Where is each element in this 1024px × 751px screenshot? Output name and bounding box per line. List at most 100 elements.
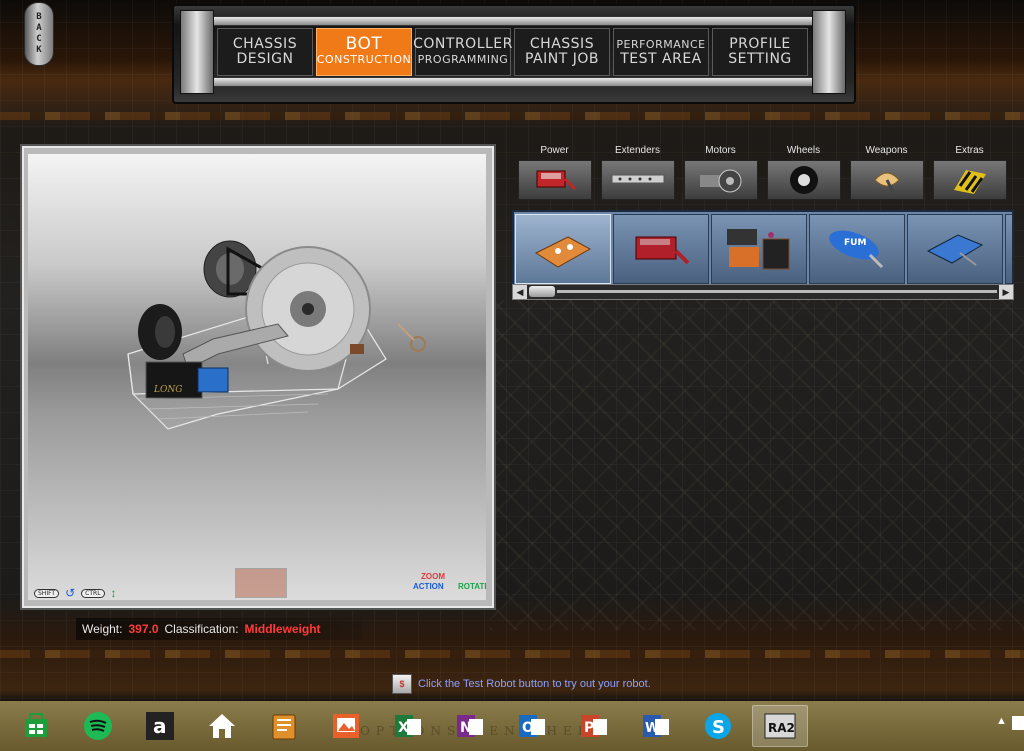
outlook-app-button[interactable]: O	[504, 705, 560, 747]
tab-chassis-design[interactable]: CHASSIS DESIGN	[217, 28, 313, 76]
scroll-right-button[interactable]: ▶	[999, 285, 1013, 299]
spotify-app-button[interactable]	[70, 705, 126, 747]
category-extenders[interactable]: Extenders	[597, 144, 678, 200]
hint-icon: $	[392, 674, 412, 694]
part-red-battery[interactable]	[613, 214, 709, 284]
nav-rail	[206, 77, 820, 87]
taskbar-items: a X N O P W S RA2	[8, 705, 808, 747]
nav-tabs: CHASSIS DESIGN BOT CONSTRUCTION CONTROLL…	[217, 28, 808, 76]
extras-icon	[932, 160, 1007, 200]
home-icon	[209, 714, 235, 738]
tab-label-line1: CHASSIS	[232, 36, 298, 52]
ra2-label: RA2	[768, 721, 795, 735]
part-battery-pack[interactable]	[711, 214, 807, 284]
tab-label-line1: CHASSIS	[529, 36, 595, 52]
view-thumbnail	[235, 568, 287, 598]
decor-stripe	[0, 650, 1024, 658]
tab-performance-test-area[interactable]: PERFORMANCE TEST AREA	[613, 28, 709, 76]
files-app-button[interactable]	[256, 705, 312, 747]
battery-pack-icon	[727, 229, 790, 270]
robot-3d-viewport[interactable]: LONG SHIFT ↺ CTRL ↕ ZOOM ACTION ROTATE	[28, 154, 486, 600]
powerpoint-icon: P	[581, 715, 607, 737]
tab-controller-programming[interactable]: CONTROLLER PROGRAMMING	[413, 28, 512, 76]
motor-icon	[683, 160, 758, 200]
part-orange-battery[interactable]	[515, 214, 611, 284]
files-icon	[272, 714, 296, 740]
up-arrow-icon: ↕	[110, 586, 117, 600]
onenote-letter: N	[460, 720, 472, 736]
classification-value: Middleweight	[244, 622, 321, 636]
powerpoint-letter: P	[584, 720, 594, 736]
part-blue-cylinder-battery[interactable]: FUM	[809, 214, 905, 284]
tab-label-line2: PROGRAMMING	[417, 53, 509, 66]
category-label: Wheels	[786, 145, 821, 156]
skype-app-button[interactable]: S	[690, 705, 746, 747]
orange-battery-icon	[534, 236, 592, 268]
classification-label: Classification:	[164, 622, 239, 636]
category-label: Extenders	[614, 145, 661, 156]
parts-scrollbar[interactable]: ◀ ▶	[512, 284, 1014, 300]
photos-app-button[interactable]	[318, 705, 374, 747]
decor-stripe	[0, 112, 1024, 120]
amazon-letter: a	[153, 714, 167, 738]
weight-value: 397.0	[128, 622, 159, 636]
ra2-app-button[interactable]: RA2	[752, 705, 808, 747]
category-wheels[interactable]: Wheels	[763, 144, 844, 200]
amazon-app-button[interactable]: a	[132, 705, 188, 747]
category-label: Power	[540, 145, 569, 156]
onenote-icon: N	[457, 715, 483, 737]
skype-icon: S	[705, 713, 731, 739]
onenote-app-button[interactable]: N	[442, 705, 498, 747]
tab-bot-construction[interactable]: BOT CONSTRUCTION	[316, 28, 412, 76]
spotify-icon	[84, 712, 112, 740]
part-categories: Power Extenders Motors Wheels Weapons Ex…	[514, 144, 1010, 200]
scroll-left-button[interactable]: ◀	[513, 285, 527, 299]
word-icon: W	[643, 715, 669, 737]
ra2-icon: RA2	[764, 713, 796, 739]
photos-icon	[333, 714, 359, 738]
tray-overflow-icon[interactable]: ▲	[996, 715, 1007, 727]
tab-label-line2: DESIGN	[236, 51, 294, 67]
powerpoint-app-button[interactable]: P	[566, 705, 622, 747]
tab-label-line1: BOT	[345, 34, 383, 54]
rotate-arrow-icon: ↺	[65, 586, 76, 600]
store-icon	[25, 713, 47, 737]
ctrl-key: CTRL	[81, 588, 105, 598]
word-app-button[interactable]: W	[628, 705, 684, 747]
scroll-thumb[interactable]	[529, 286, 555, 297]
category-motors[interactable]: Motors	[680, 144, 761, 200]
part-blue-battery[interactable]	[907, 214, 1003, 284]
category-label: Extras	[955, 145, 984, 156]
parts-list: FUM	[512, 210, 1014, 286]
skype-letter: S	[712, 717, 725, 738]
blue-cylinder-battery-icon: FUM	[829, 230, 884, 269]
category-weapons[interactable]: Weapons	[846, 144, 927, 200]
category-label: Motors	[705, 145, 736, 156]
home-app-button[interactable]	[194, 705, 250, 747]
excel-letter: X	[398, 720, 409, 736]
category-label: Weapons	[865, 145, 908, 156]
tab-label-line2: PAINT JOB	[525, 51, 599, 67]
chassis-text: LONG	[153, 385, 182, 395]
notification-area[interactable]	[1012, 716, 1024, 730]
tab-profile-setting[interactable]: PROFILE SETTING	[712, 28, 808, 76]
robot-view-frame: LONG SHIFT ↺ CTRL ↕ ZOOM ACTION ROTATE	[22, 146, 494, 608]
category-extras[interactable]: Extras	[929, 144, 1010, 200]
back-label: BACK	[34, 12, 44, 56]
store-app-button[interactable]	[8, 705, 64, 747]
blue-battery-icon	[926, 234, 984, 266]
tab-chassis-paint-job[interactable]: CHASSIS PAINT JOB	[514, 28, 610, 76]
tab-label-line2: SETTING	[728, 51, 792, 67]
circuit-background	[490, 300, 1024, 630]
wheel-icon	[766, 160, 841, 200]
part-more[interactable]	[1005, 214, 1012, 284]
battery-icon	[517, 160, 592, 200]
amazon-icon: a	[146, 712, 174, 740]
weapon-icon	[849, 160, 924, 200]
shift-key: SHIFT	[34, 588, 60, 598]
category-power[interactable]: Power	[514, 144, 595, 200]
red-battery-icon	[635, 236, 690, 265]
back-button[interactable]: BACK	[24, 2, 54, 66]
zoom-label: ZOOM	[421, 572, 445, 581]
excel-app-button[interactable]: X	[380, 705, 436, 747]
